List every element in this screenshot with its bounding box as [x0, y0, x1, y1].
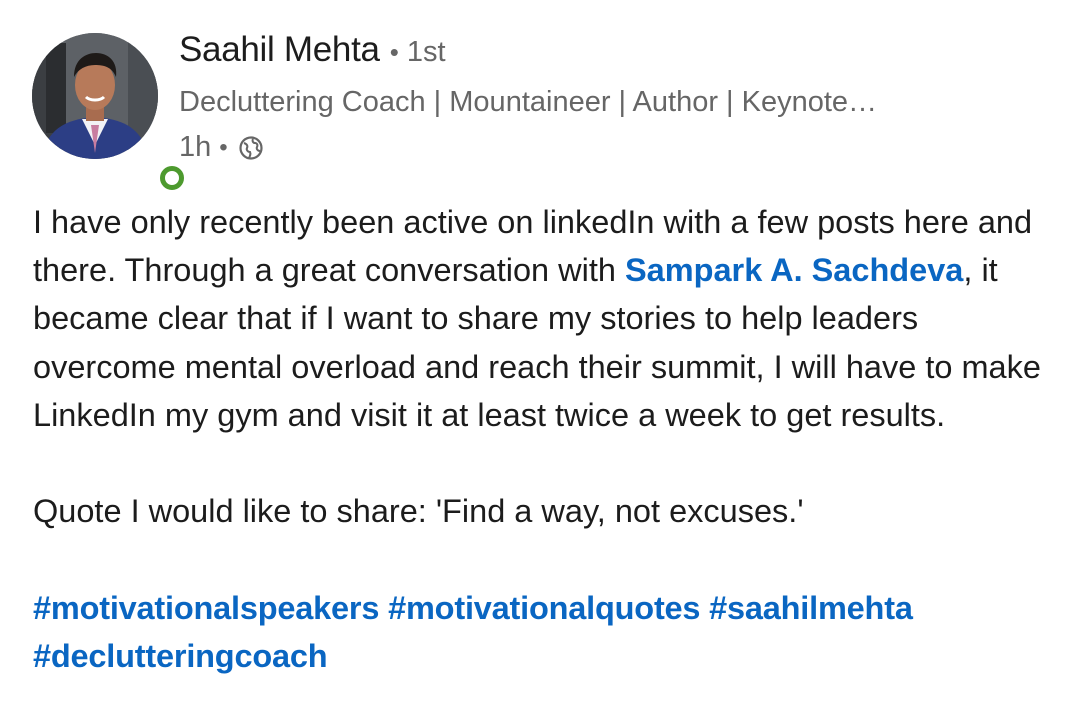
online-status-ring — [160, 166, 184, 190]
post-time: 1h — [179, 131, 212, 163]
hashtag-list: #motivationalspeakers #motivationalquote… — [33, 584, 1053, 680]
online-status-indicator — [157, 163, 187, 193]
hashtag-link[interactable]: #motivationalquotes — [388, 590, 700, 626]
avatar-photo[interactable] — [32, 33, 158, 159]
author-avatar[interactable] — [32, 33, 187, 193]
author-name-row: Saahil Mehta • 1st — [179, 30, 446, 70]
mention-link[interactable]: Sampark A. Sachdeva — [625, 252, 963, 288]
meta-separator: • — [219, 133, 228, 161]
hashtag-link[interactable]: #saahilmehta — [709, 590, 913, 626]
post-paragraph: I have only recently been active on link… — [33, 198, 1053, 439]
hashtag-link[interactable]: #motivationalspeakers — [33, 590, 379, 626]
author-name[interactable]: Saahil Mehta — [179, 30, 380, 70]
connection-degree: 1st — [406, 36, 446, 68]
hashtag-link[interactable]: #declutteringcoach — [33, 638, 328, 674]
post-meta: 1h • — [179, 131, 264, 164]
post-quote: Quote I would like to share: 'Find a way… — [33, 493, 804, 530]
globe-icon — [238, 135, 264, 161]
post-body: I have only recently been active on link… — [33, 198, 1053, 680]
name-separator: • — [389, 37, 399, 67]
author-headline[interactable]: Decluttering Coach | Mountaineer | Autho… — [179, 86, 877, 119]
